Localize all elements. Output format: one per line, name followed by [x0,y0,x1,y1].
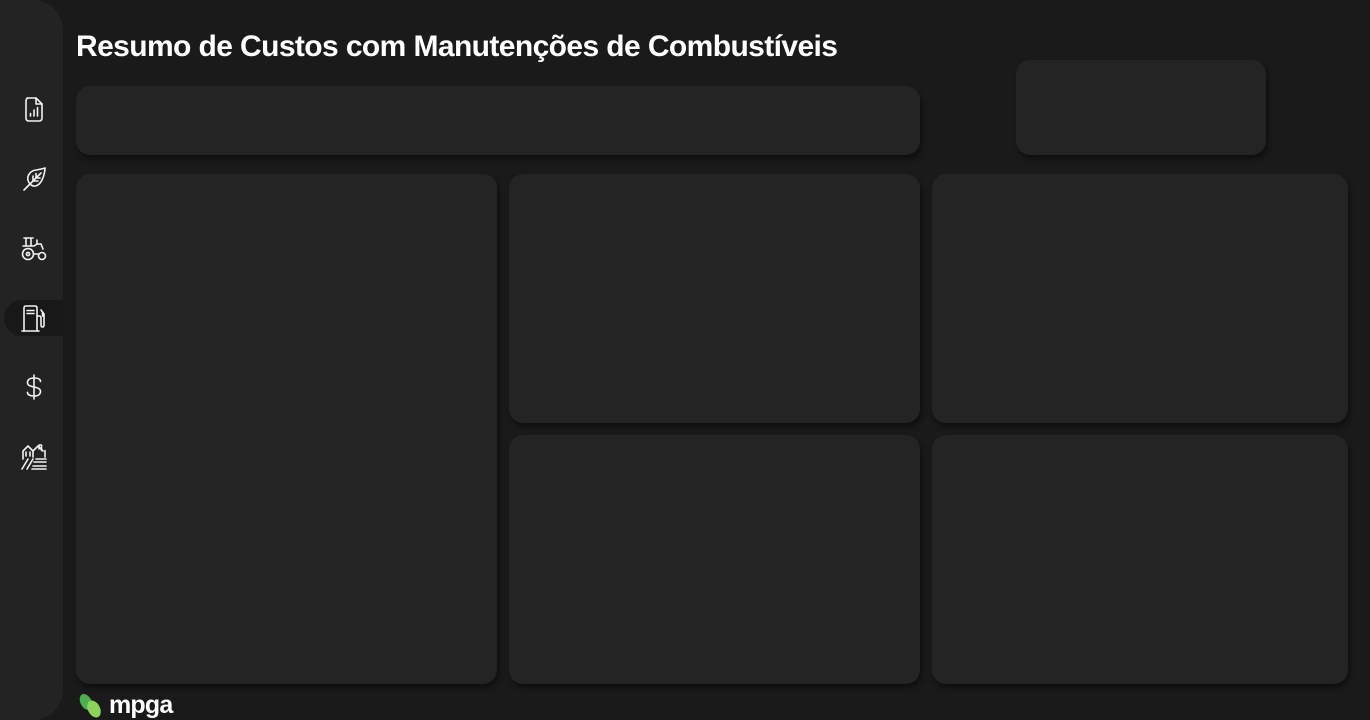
nav-reports[interactable] [4,91,63,127]
dashboard: Resumo de Custos com Manutenções de Comb… [0,0,1370,720]
page-title: Resumo de Custos com Manutenções de Comb… [76,30,838,63]
brand-logo: mpga [76,690,173,720]
kpi-card [1016,60,1266,155]
farm-field-icon [20,444,47,470]
chart-panel-right-bottom [932,435,1348,684]
nav-fuel[interactable] [4,300,63,336]
chart-panel-left [76,174,497,684]
chart-panel-middle-top [509,174,920,423]
dollar-icon [26,374,41,400]
nav-crops[interactable] [4,161,63,197]
sidebar [0,0,63,720]
fuel-pump-icon [20,305,45,332]
chart-panel-middle-bottom [509,435,920,684]
leaf-logo-icon [79,694,101,718]
chart-panel-right-top [932,174,1348,423]
nav-farms[interactable] [4,439,63,475]
nav-finance[interactable] [4,369,63,405]
brand-name: mpga [109,690,173,719]
nav-machinery[interactable] [4,230,63,266]
filter-bar[interactable] [76,86,920,155]
tractor-icon [21,237,46,261]
report-document-icon [24,97,43,122]
leaf-icon [22,167,46,191]
